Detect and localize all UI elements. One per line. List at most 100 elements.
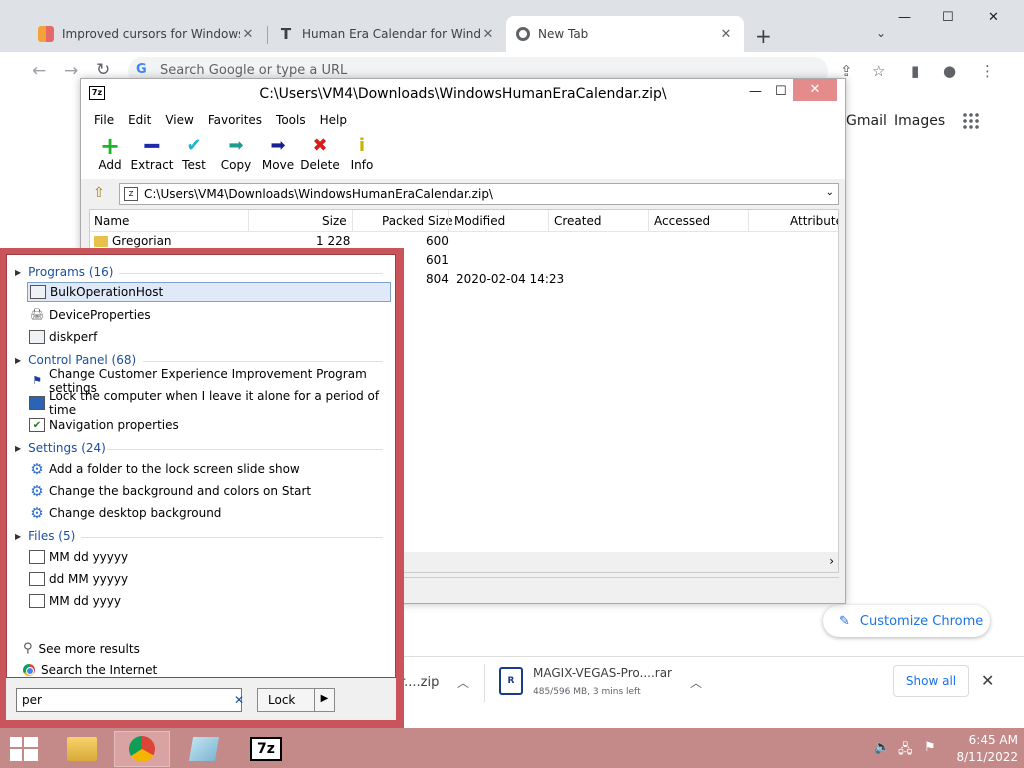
result-customer-experience[interactable]: ⚑ Change Customer Experience Improvement… (27, 367, 391, 395)
new-tab-button[interactable]: + (755, 24, 772, 48)
extract-button[interactable]: ━ Extract (131, 131, 174, 179)
cell-packed: 804 (426, 272, 449, 286)
close-icon[interactable]: ✕ (480, 27, 496, 42)
taskbar-file-explorer[interactable] (54, 731, 110, 767)
tray-clock-date[interactable]: 8/11/2022 (950, 750, 1018, 764)
minimize-icon[interactable]: — (898, 10, 911, 25)
chevron-down-icon[interactable]: ⌄ (826, 187, 834, 198)
add-button[interactable]: + Add (89, 131, 131, 179)
tray-clock-time[interactable]: 6:45 AM (950, 733, 1018, 747)
gmail-link[interactable]: Gmail (846, 113, 887, 129)
result-deviceproperties[interactable]: 🖨 DeviceProperties (27, 305, 391, 325)
taskbar-7zip[interactable]: 7z (238, 731, 294, 767)
delete-button[interactable]: ✖ Delete (299, 131, 341, 179)
tab-new-tab[interactable]: New Tab ✕ (506, 16, 744, 52)
bookmark-star-icon[interactable]: ☆ (872, 62, 885, 80)
search-results: ▶ Programs (16) BulkOperationHost 🖨 Devi… (6, 254, 396, 678)
group-header-programs[interactable]: ▶ Programs (16) (15, 265, 114, 279)
reload-icon[interactable]: ↻ (96, 60, 110, 80)
menu-help[interactable]: Help (313, 109, 354, 131)
search-icon: ⚲ (23, 641, 33, 656)
group-header-files[interactable]: ▶ Files (5) (15, 529, 75, 543)
group-divider (81, 537, 383, 538)
column-size[interactable]: Size (322, 214, 347, 228)
menu-view[interactable]: View (158, 109, 200, 131)
column-name[interactable]: Name (94, 214, 129, 228)
taskbar-chrome[interactable] (114, 731, 170, 767)
show-all-downloads-button[interactable]: Show all (893, 665, 969, 697)
volume-muted-icon[interactable]: 🔈 (874, 740, 890, 755)
menu-favorites[interactable]: Favorites (201, 109, 269, 131)
close-icon[interactable]: ✕ (718, 27, 734, 42)
group-header-settings[interactable]: ▶ Settings (24) (15, 441, 106, 455)
column-attributes[interactable]: Attribute (790, 214, 838, 228)
tab-human-era-calendar[interactable]: T Human Era Calendar for Windows ✕ (268, 16, 506, 52)
back-arrow-icon[interactable]: ← (32, 61, 46, 81)
forward-arrow-icon[interactable]: → (64, 61, 78, 81)
menu-file[interactable]: File (87, 109, 121, 131)
result-file-mm-dd-yyyyy[interactable]: MM dd yyyyy (27, 547, 391, 567)
close-icon[interactable]: ✕ (240, 27, 256, 42)
column-accessed[interactable]: Accessed (654, 214, 710, 228)
column-separator (748, 210, 749, 232)
chevron-down-icon[interactable]: ⌄ (876, 26, 886, 40)
move-button[interactable]: ➡ Move (257, 131, 299, 179)
side-panel-icon[interactable]: ▮ (911, 62, 919, 80)
result-file-dd-mm-yyyyy[interactable]: dd MM yyyyy (27, 569, 391, 589)
result-lock-computer[interactable]: Lock the computer when I leave it alone … (27, 389, 391, 417)
download-item-name[interactable]: r....zip (400, 675, 439, 690)
info-icon: i (358, 135, 366, 156)
start-search-input[interactable]: per ✕ (16, 688, 244, 712)
action-center-icon[interactable]: ⚑ (924, 740, 936, 755)
taskbar-notepad[interactable] (176, 731, 232, 767)
info-button[interactable]: i Info (341, 131, 383, 179)
result-navigation-properties[interactable]: ✔ Navigation properties (27, 415, 391, 435)
maximize-icon[interactable]: ☐ (942, 10, 954, 25)
t-letter-icon: T (280, 25, 292, 43)
close-window-icon[interactable]: ✕ (793, 79, 837, 101)
menu-edit[interactable]: Edit (121, 109, 158, 131)
profile-avatar-icon[interactable]: ● (943, 62, 956, 80)
close-download-bar-icon[interactable]: ✕ (981, 671, 994, 690)
result-background-colors[interactable]: ⚙ Change the background and colors on St… (27, 481, 391, 501)
tab-title: Human Era Calendar for Windows (302, 27, 480, 41)
see-more-results-link[interactable]: ⚲ See more results (23, 641, 140, 656)
test-button[interactable]: ✔ Test (173, 131, 215, 179)
chevron-up-icon[interactable]: ︿ (457, 674, 469, 691)
images-link[interactable]: Images (894, 113, 945, 129)
apps-grid-icon[interactable] (962, 112, 980, 130)
clear-search-icon[interactable]: ✕ (234, 693, 244, 707)
menu-tools[interactable]: Tools (269, 109, 313, 131)
tab-improved-cursors[interactable]: Improved cursors for Windows 10 ✕ (28, 16, 266, 52)
result-bulkoperationhost[interactable]: BulkOperationHost (27, 282, 391, 302)
windows-color-icon (38, 26, 54, 42)
windows-start-icon[interactable] (10, 737, 38, 761)
result-diskperf[interactable]: diskperf (27, 327, 391, 347)
more-menu-icon[interactable]: ⋮ (980, 62, 995, 80)
result-file-mm-dd-yyyy[interactable]: MM dd yyyy (27, 591, 391, 611)
path-text: C:\Users\VM4\Downloads\WindowsHumanEraCa… (144, 187, 493, 201)
result-desktop-background[interactable]: ⚙ Change desktop background (27, 503, 391, 523)
gear-icon: ⚙ (30, 460, 44, 478)
chevron-right-icon[interactable]: › (829, 554, 834, 568)
close-window-icon[interactable]: ✕ (988, 10, 999, 25)
result-lock-screen-slideshow[interactable]: ⚙ Add a folder to the lock screen slide … (27, 459, 391, 479)
group-header-control-panel[interactable]: ▶ Control Panel (68) (15, 353, 136, 367)
omnibox-placeholder[interactable]: Search Google or type a URL (160, 63, 347, 78)
column-created[interactable]: Created (554, 214, 602, 228)
download-item-name[interactable]: MAGIX-VEGAS-Pro....rar (533, 666, 672, 680)
search-internet-link[interactable]: Search the Internet (23, 663, 157, 677)
maximize-icon[interactable]: ☐ (775, 84, 787, 99)
folder-up-icon[interactable]: ⇧ (93, 185, 105, 201)
power-options-arrow-icon[interactable]: ▶ (314, 688, 334, 712)
network-icon[interactable]: 🖧 (898, 740, 913, 762)
path-field[interactable]: Z C:\Users\VM4\Downloads\WindowsHumanEra… (119, 183, 839, 205)
expand-triangle-icon: ▶ (15, 355, 22, 365)
column-packed-size[interactable]: Packed Size (382, 214, 453, 228)
copy-button[interactable]: ➡ Copy (215, 131, 257, 179)
customize-chrome-button[interactable]: ✎ Customize Chrome (823, 605, 990, 637)
chevron-up-icon[interactable]: ︿ (690, 674, 702, 691)
minimize-icon[interactable]: — (749, 84, 762, 99)
column-modified[interactable]: Modified (454, 214, 505, 228)
lock-button[interactable]: Lock ▶ (257, 688, 335, 712)
